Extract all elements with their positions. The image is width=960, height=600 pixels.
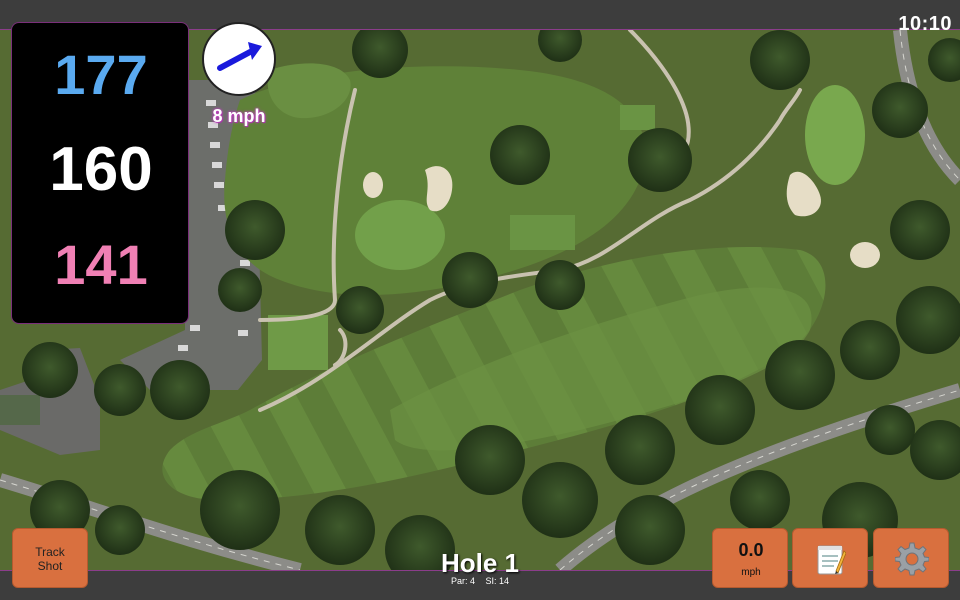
wind-speed: 8 mph: [212, 106, 266, 126]
green: [805, 85, 865, 185]
notepad-icon: [817, 545, 846, 575]
front-yardage: 141: [54, 233, 148, 296]
speed-button[interactable]: 0.0 mph: [712, 528, 788, 588]
yardage-panel[interactable]: 177 160 141: [11, 22, 189, 324]
back-yardage: 177: [54, 43, 148, 106]
hole-info: Par: 4 SI: 14: [380, 577, 580, 586]
track-shot-button[interactable]: Track Shot: [12, 528, 88, 588]
notes-button[interactable]: [792, 528, 868, 588]
stroke-index-label: SI: 14: [485, 576, 510, 586]
track-shot-label-line1: Track: [35, 545, 65, 559]
hole-title: Hole 1: [440, 548, 520, 578]
speed-value: 0.0: [738, 540, 764, 560]
track-shot-label-line2: Shot: [37, 559, 63, 573]
settings-button[interactable]: [873, 528, 949, 588]
clock: 10:10: [898, 13, 952, 35]
speed-unit: mph: [741, 567, 761, 578]
wind-direction-dial: [202, 22, 276, 96]
golf-gps-app: 10:10 177 160 141 8 mph Track Shot Hole …: [0, 0, 960, 600]
middle-yardage: 160: [49, 135, 153, 204]
gear-icon: [895, 542, 929, 576]
par-label: Par: 4: [450, 576, 475, 586]
wind-arrow-icon: [217, 42, 262, 71]
tee-box: [268, 315, 328, 370]
